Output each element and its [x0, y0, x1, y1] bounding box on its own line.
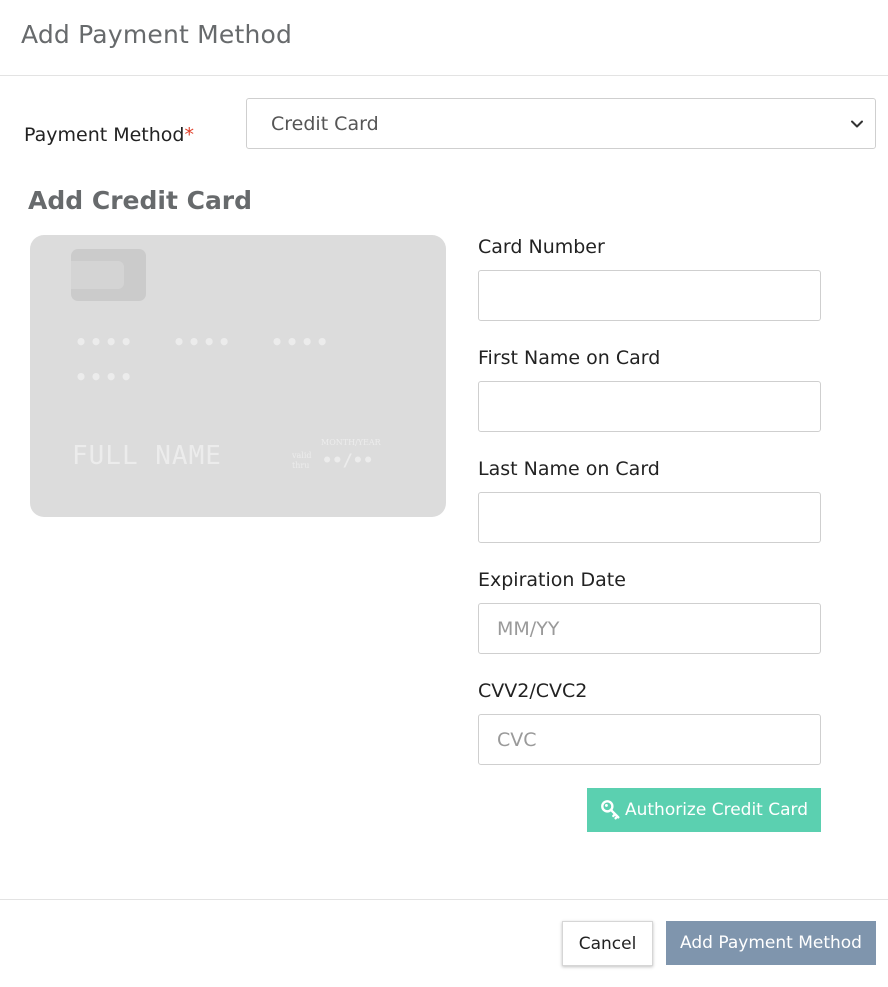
valid-text: valid [292, 451, 312, 460]
add-credit-card-title: Add Credit Card [28, 186, 253, 215]
credit-card-preview: •••• •••• •••• •••• FULL NAME MONTH/YEAR… [30, 235, 446, 517]
card-chip-icon [71, 249, 146, 301]
cvc-label: CVV2/CVC2 [478, 680, 588, 702]
card-number-group-4: •••• [75, 365, 136, 389]
cvc-input[interactable] [478, 714, 821, 765]
thru-text: thru [292, 461, 310, 470]
card-month-year-label: MONTH/YEAR [321, 438, 381, 447]
card-holder-name: FULL NAME [72, 441, 222, 471]
first-name-label: First Name on Card [478, 347, 661, 369]
payment-method-label: Payment Method* [24, 124, 194, 146]
card-number-input[interactable] [478, 270, 821, 321]
modal-title: Add Payment Method [21, 20, 293, 49]
required-mark: * [184, 124, 194, 146]
card-expiry: ••/•• [322, 451, 374, 471]
add-payment-method-button[interactable]: Add Payment Method [666, 921, 876, 965]
expiration-date-input[interactable] [478, 603, 821, 654]
chevron-down-icon [851, 120, 863, 128]
key-icon [601, 800, 620, 820]
last-name-label: Last Name on Card [478, 458, 660, 480]
card-number-group-3: •••• [271, 330, 332, 354]
card-number-label: Card Number [478, 236, 605, 258]
expiration-date-label: Expiration Date [478, 569, 626, 591]
payment-method-select[interactable]: Credit Card [246, 98, 876, 149]
authorize-credit-card-label: Authorize Credit Card [624, 800, 809, 820]
authorize-credit-card-button[interactable]: Authorize Credit Card [587, 788, 821, 832]
first-name-input[interactable] [478, 381, 821, 432]
last-name-input[interactable] [478, 492, 821, 543]
payment-method-label-text: Payment Method [24, 124, 185, 146]
cancel-button[interactable]: Cancel [562, 921, 653, 966]
modal-header: Add Payment Method [0, 0, 888, 76]
card-number-group-1: •••• [75, 330, 136, 354]
card-number-group-2: •••• [173, 330, 234, 354]
payment-method-selected-value: Credit Card [271, 113, 379, 135]
card-valid-thru-label: valid thru [292, 451, 312, 471]
